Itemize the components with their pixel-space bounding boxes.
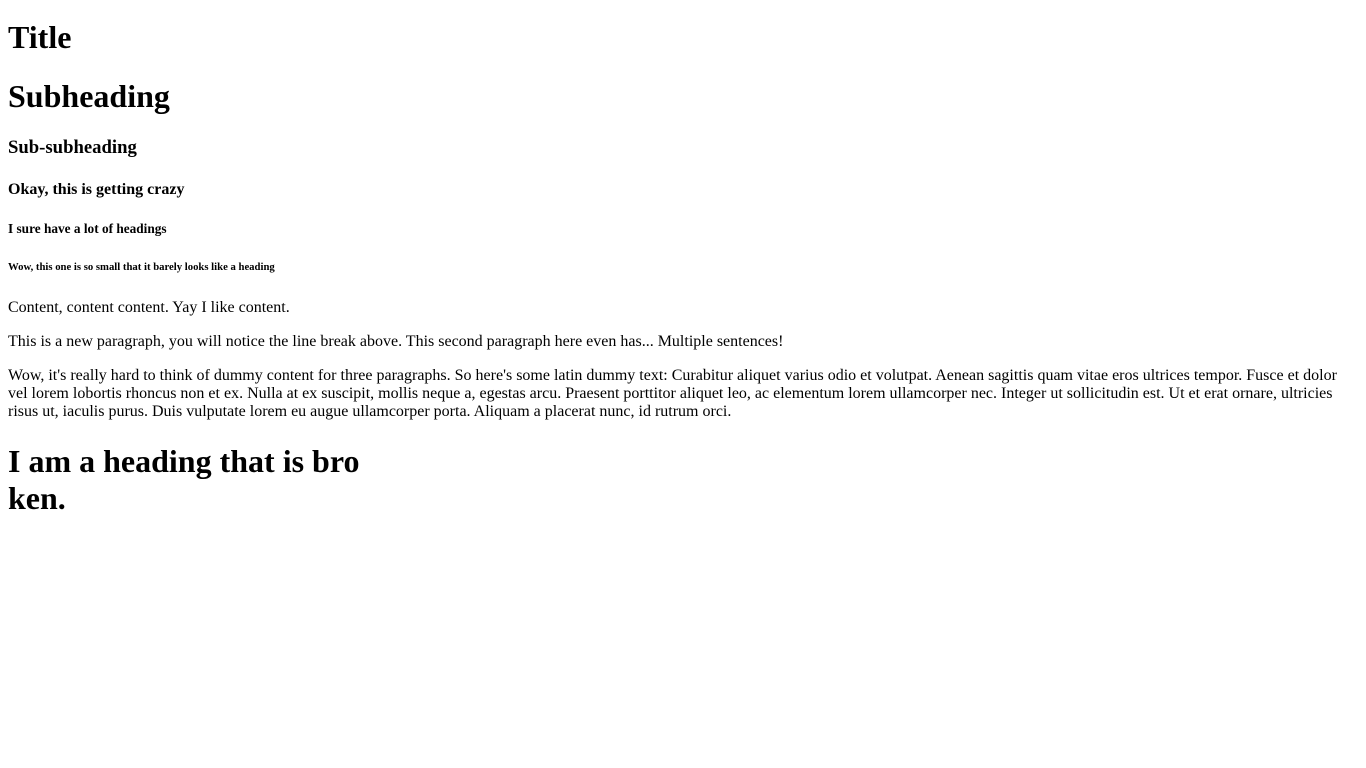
heading-level-6: Wow, this one is so small that it barely… [8, 261, 275, 273]
subheading: Subheading [8, 78, 170, 114]
broken-heading: I am a heading that is broken. [8, 443, 360, 516]
paragraph-3: Wow, it's really hard to think of dummy … [8, 367, 1337, 420]
paragraph-2: This is a new paragraph, you will notice… [8, 333, 784, 350]
page-title: Title [8, 19, 72, 55]
paragraph-1: Content, content content. Yay I like con… [8, 299, 290, 316]
sub-subheading: Sub-subheading [8, 137, 137, 158]
document-page: Title Subheading Sub-subheading Okay, th… [0, 0, 1366, 768]
heading-level-5: I sure have a lot of headings [8, 221, 167, 236]
heading-level-4: Okay, this is getting crazy [8, 181, 185, 198]
